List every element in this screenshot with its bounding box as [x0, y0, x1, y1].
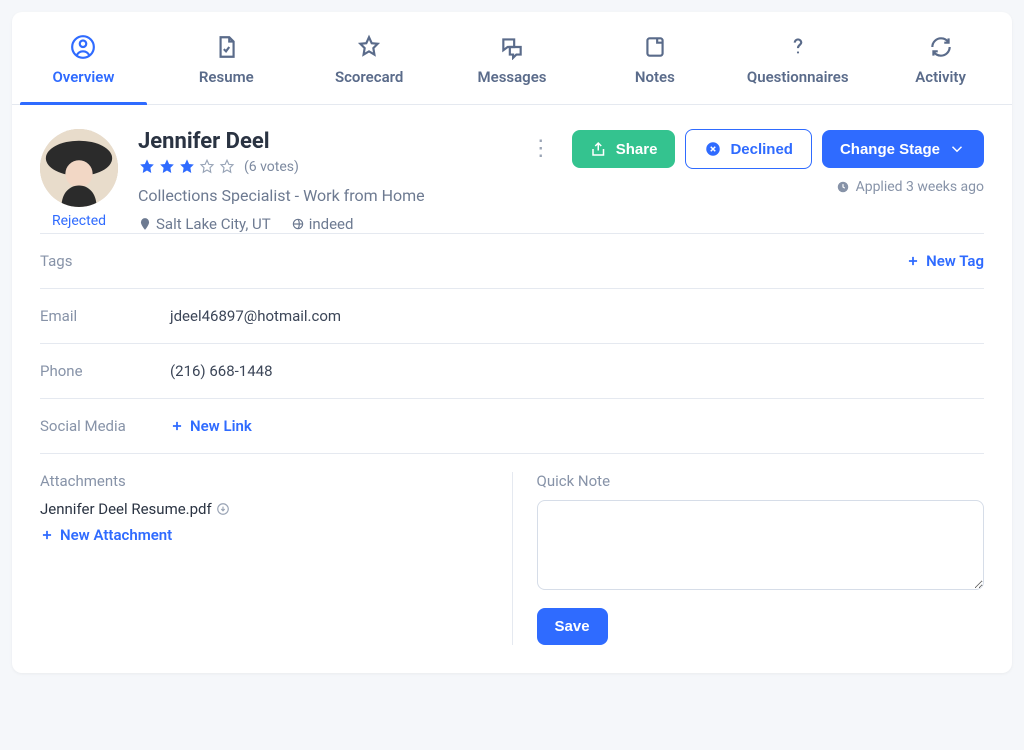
- rating-votes: (6 votes): [244, 159, 299, 175]
- pin-icon: [138, 217, 152, 231]
- candidate-avatar: [40, 129, 118, 207]
- tab-notes[interactable]: Notes: [583, 12, 726, 104]
- tab-resume[interactable]: Resume: [155, 12, 298, 104]
- tab-messages[interactable]: Messages: [441, 12, 584, 104]
- tab-resume-label: Resume: [199, 68, 254, 86]
- candidate-name: Jennifer Deel: [138, 129, 500, 154]
- email-label: Email: [40, 307, 170, 325]
- chat-icon: [499, 34, 525, 60]
- quick-note-label: Quick Note: [537, 472, 985, 490]
- new-attachment-button[interactable]: New Attachment: [40, 526, 172, 544]
- candidate-job-title: Collections Specialist - Work from Home: [138, 186, 500, 205]
- save-button[interactable]: Save: [537, 608, 608, 645]
- star-full-icon: [158, 158, 176, 176]
- share-button[interactable]: Share: [572, 130, 676, 168]
- plus-icon: [170, 419, 184, 433]
- x-circle-icon: [704, 140, 722, 158]
- phone-label: Phone: [40, 362, 170, 380]
- tab-notes-label: Notes: [635, 68, 675, 86]
- new-link-button[interactable]: New Link: [170, 417, 252, 435]
- candidate-tabs: Overview Resume Scorecard Messages Notes…: [12, 12, 1012, 105]
- email-value: jdeel46897@hotmail.com: [170, 307, 341, 325]
- candidate-rating: (6 votes): [138, 158, 500, 176]
- tab-scorecard-label: Scorecard: [335, 68, 403, 86]
- star-full-icon: [178, 158, 196, 176]
- tab-questionnaires-label: Questionnaires: [747, 68, 849, 86]
- tags-label: Tags: [40, 252, 170, 270]
- star-empty-icon: [218, 158, 236, 176]
- chevron-down-icon: [948, 140, 966, 158]
- tab-overview[interactable]: Overview: [12, 12, 155, 104]
- source-icon: [291, 217, 305, 231]
- share-icon: [590, 140, 608, 158]
- star-full-icon: [138, 158, 156, 176]
- tab-scorecard[interactable]: Scorecard: [298, 12, 441, 104]
- candidate-source: indeed: [291, 215, 354, 233]
- phone-value: (216) 668-1448: [170, 362, 273, 380]
- change-stage-button[interactable]: Change Stage: [822, 130, 984, 168]
- star-icon: [356, 34, 382, 60]
- declined-button[interactable]: Declined: [685, 129, 812, 169]
- more-actions-menu[interactable]: ⋮: [520, 134, 562, 164]
- attachments-label: Attachments: [40, 472, 488, 490]
- tab-questionnaires[interactable]: Questionnaires: [726, 12, 869, 104]
- tab-messages-label: Messages: [478, 68, 547, 86]
- question-icon: [785, 34, 811, 60]
- attachment-item[interactable]: Jennifer Deel Resume.pdf: [40, 500, 230, 518]
- document-icon: [213, 34, 239, 60]
- plus-icon: [906, 254, 920, 268]
- refresh-icon: [928, 34, 954, 60]
- new-tag-button[interactable]: New Tag: [906, 252, 984, 270]
- user-circle-icon: [70, 34, 96, 60]
- candidate-status: Rejected: [52, 213, 106, 229]
- avatar-image: [40, 129, 118, 207]
- tab-overview-label: Overview: [52, 68, 114, 86]
- clock-icon: [836, 180, 850, 194]
- star-empty-icon: [198, 158, 216, 176]
- note-icon: [642, 34, 668, 60]
- tab-activity[interactable]: Activity: [869, 12, 1012, 104]
- download-icon: [216, 502, 230, 516]
- applied-time: Applied 3 weeks ago: [836, 179, 984, 195]
- plus-icon: [40, 528, 54, 542]
- quick-note-input[interactable]: [537, 500, 985, 590]
- social-media-label: Social Media: [40, 417, 170, 435]
- candidate-location: Salt Lake City, UT: [138, 215, 271, 233]
- tab-activity-label: Activity: [915, 68, 966, 86]
